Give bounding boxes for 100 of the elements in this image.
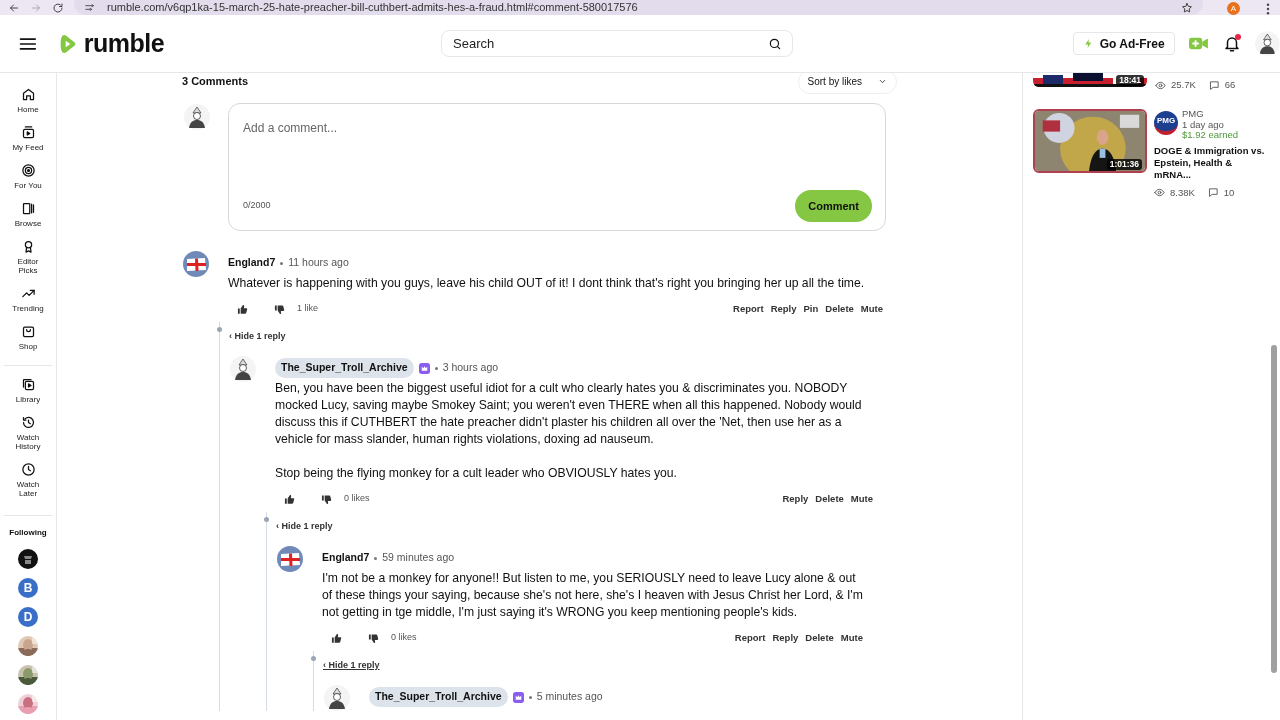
comment-count: 66 [1224,78,1236,92]
commenter-avatar[interactable] [230,356,256,382]
comment-action-link[interactable]: Delete [825,301,854,317]
url-text: rumble.com/v6qp1ka-15-march-25-hate-preacher-bill-cuthbert-admits-hes-a-fraud.html#comment-580017576 [107,0,638,15]
go-ad-free-button[interactable]: Go Ad-Free [1072,32,1175,55]
thumbs-up-icon[interactable] [237,303,248,315]
thumbs-up-icon[interactable] [331,632,342,644]
chevron-down-icon [878,77,887,86]
comment-text: Whatever is happening with you guys, leave his child OUT of it! I dont think that's right you bringing her up all the time. [228,275,866,292]
clock-icon [20,462,36,477]
video-duration: 18:41 [1116,75,1144,86]
user-avatar [184,104,210,130]
thumbs-up-icon[interactable] [284,493,295,505]
sidebar-item[interactable]: Shop [2,324,54,351]
reload-icon[interactable] [52,2,64,14]
commenter-avatar[interactable] [324,685,350,711]
comment-action-link[interactable]: Mute [860,301,883,317]
comment-action-link[interactable]: Reply [772,630,799,646]
character-counter: 0/2000 [243,199,271,213]
commenter-avatar[interactable] [183,251,209,277]
timestamp: 5 minutes ago [536,689,603,705]
comment-action-link[interactable]: Mute [840,630,863,646]
crown-badge-icon [512,691,524,703]
earnings-text: $1.92 earned [1182,130,1238,141]
hide-replies-link[interactable]: ‹ Hide 1 reply [323,660,380,670]
username-link[interactable]: The_Super_Troll_Archive [369,687,508,707]
comment-text: I'm not be a monkey for anyone!! But listen to me, you SERIOUSLY need to leave Lucy alone & out of these things your saying, because she's not here, she's I heaven with Jesus Christ her Lord, & I'm not getting in tge middle, I'm just saying it's WRONG you keep mentioning people's kids. [322,570,864,621]
channel-name[interactable]: PMG [1182,109,1238,120]
sidebar-item[interactable]: Home [2,87,54,114]
sidebar-item[interactable]: Trending [2,286,54,313]
thumbs-down-icon[interactable] [321,493,332,505]
comment-action-link[interactable]: Pin [803,301,819,317]
timestamp: 11 hours ago [288,255,349,271]
thumbs-down-icon[interactable] [274,303,285,315]
commenter-avatar[interactable] [277,546,303,572]
library-icon [20,377,36,392]
like-count: 0 likes [391,631,417,645]
timestamp: 3 hours ago [442,360,499,376]
comment-action-link[interactable]: Reply [782,491,809,507]
upload-age: 1 day ago [1182,119,1225,131]
username-link[interactable]: The_Super_Troll_Archive [275,358,414,378]
sidebar-item[interactable]: For You [2,163,54,190]
bag-icon [20,324,36,339]
eye-icon [1154,187,1165,199]
rumble-logo[interactable]: rumble [56,31,165,56]
comment-count: 3 Comments [182,73,249,89]
video-duration: 1:01:36 [1106,159,1142,171]
channel-avatar[interactable]: B [18,578,38,598]
scrollbar-thumb[interactable] [1271,345,1277,673]
more-icon[interactable] [1266,3,1270,15]
view-count: 8.38K [1170,185,1195,200]
thumbs-down-icon[interactable] [368,632,379,644]
video-card[interactable]: 18:41 25.7K 66 [1033,73,1280,93]
hide-replies-link[interactable]: ‹ Hide 1 reply [229,331,286,341]
comment-action-link[interactable]: Delete [815,491,844,507]
comment-field[interactable]: Add a comment... [243,119,871,137]
back-icon[interactable] [8,2,20,14]
play-stack-icon [20,125,36,140]
site-settings-icon[interactable] [84,2,95,13]
comment-action-link[interactable]: Delete [805,630,834,646]
history-icon [20,415,36,430]
comment-action-link[interactable]: Report [733,301,764,317]
hide-replies-link[interactable]: ‹ Hide 1 reply [276,521,333,531]
address-bar[interactable]: rumble.com/v6qp1ka-15-march-25-hate-preacher-bill-cuthbert-admits-hes-a-fraud.html#comment-580017576 [74,0,1203,15]
video-title[interactable]: DOGE & Immigration vs. Epstein, Health & mRNA... [1154,144,1266,181]
comment-text: Stop being the flying monkey for a cult leader who OBVIOUSLY hates you. [275,465,678,482]
sidebar-item[interactable]: Library [2,377,54,404]
sidebar-item[interactable]: My Feed [2,125,54,152]
timestamp: 59 minutes ago [382,550,455,566]
brand-name: rumble [83,31,165,56]
comment-action-link[interactable]: Mute [850,491,873,507]
view-count: 25.7K [1171,78,1196,92]
comment-icon [1208,79,1220,91]
comment-action-link[interactable]: Report [734,630,766,646]
channel-avatar[interactable] [18,549,38,569]
target-icon [20,163,36,178]
search-icon[interactable] [767,37,782,51]
browse-icon [20,201,36,216]
username-link[interactable]: England7 [322,550,370,566]
user-avatar[interactable] [1255,31,1280,56]
crown-badge-icon [418,362,430,374]
eye-icon [1155,79,1166,91]
comment-icon [1207,187,1219,199]
channel-avatar[interactable]: PMG [1154,111,1178,136]
like-count: 0 likes [344,492,370,506]
comment-text: Ben, you have been the biggest useful idiot for a cult who clearly hates you & discriminates you. NOBODY mocked Lucy, saving maybe Smokey Saint; you weren't even THERE when all this happened. Nobody would discuss this if CUTHBERT the hate preacher didn't plaster his children all over the 'Net, then use her as a vehicle for mass slander, human rights violations, doxing ad nauseum. [275,380,863,448]
sidebar-item[interactable]: Editor Picks [2,239,54,275]
notifications-bell-icon[interactable] [1223,34,1242,53]
channel-avatar[interactable]: D [18,607,38,627]
comment-count: 10 [1223,185,1235,200]
sidebar-item[interactable]: Browse [2,201,54,228]
search-field[interactable]: Search [441,30,793,57]
comment-button[interactable]: Comment [795,190,872,222]
username-link[interactable]: England7 [228,255,276,271]
bookmark-star-icon[interactable] [1181,1,1193,14]
sidebar-item[interactable]: Watch Later [2,462,54,498]
home-icon [20,87,36,102]
sidebar-item[interactable]: Watch History [2,415,54,451]
like-count: 1 like [297,302,318,316]
comment-action-link[interactable]: Reply [770,301,797,317]
